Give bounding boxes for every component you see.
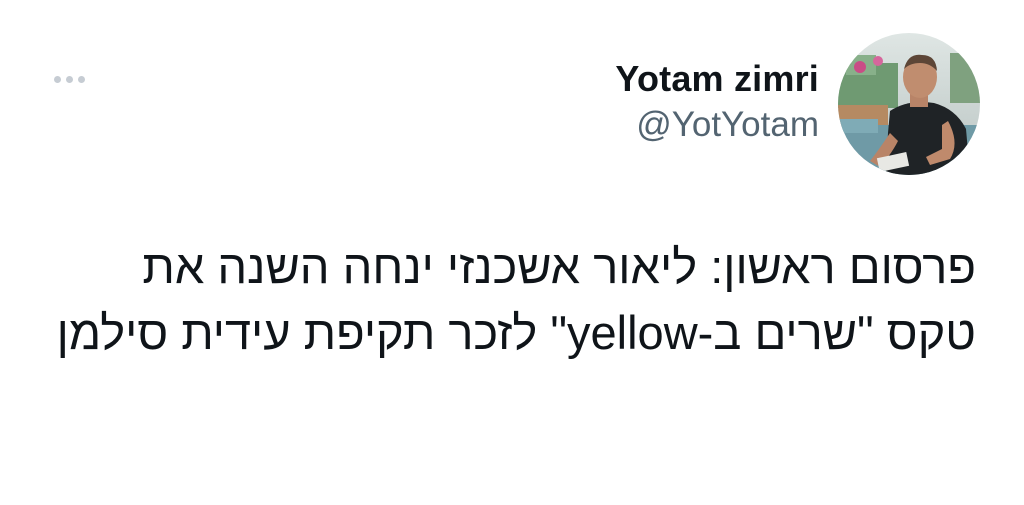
tweet-card: Yotam zimri @YotYotam פרסום ראשון: ליאור… [0,0,1024,505]
author-display-name[interactable]: Yotam zimri [615,56,819,102]
author-handle[interactable]: @YotYotam [615,102,819,148]
author-info: Yotam zimri @YotYotam [615,56,819,148]
tweet-text: פרסום ראשון: ליאור אשכנזי ינחה השנה את ט… [56,240,976,359]
more-horizontal-icon [53,75,61,83]
avatar[interactable] [838,33,980,175]
more-options-button[interactable] [44,64,94,94]
